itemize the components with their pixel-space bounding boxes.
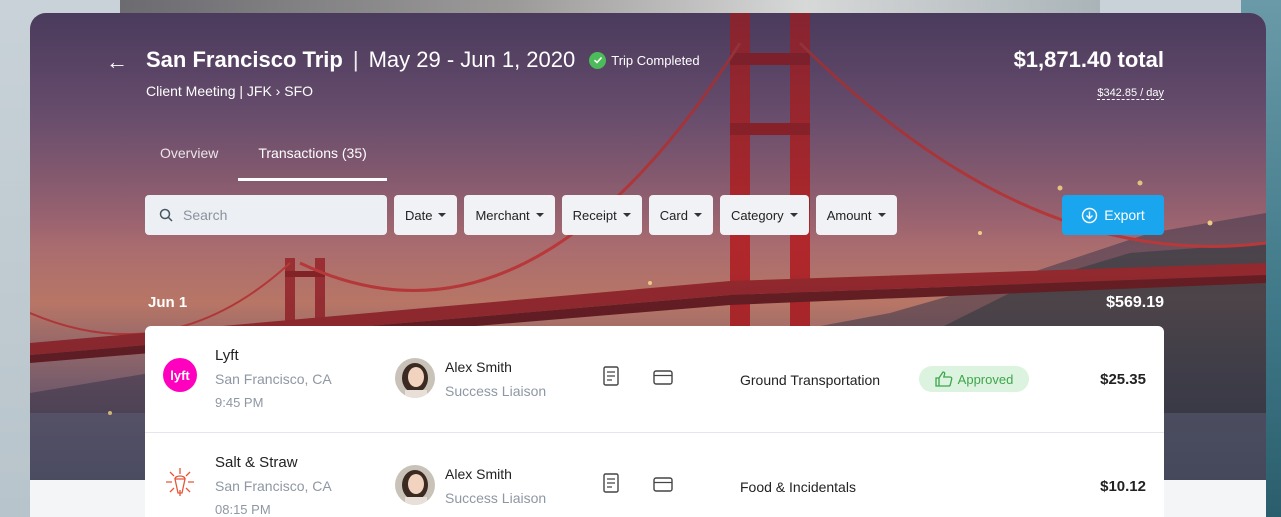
download-circle-icon [1081,207,1098,224]
merchant-location: San Francisco, CA [215,478,332,494]
export-label: Export [1104,207,1145,223]
trip-per-day[interactable]: $342.85 / day [1097,87,1164,100]
salt-straw-logo-icon [163,465,197,499]
caret-down-icon [622,213,631,217]
filter-label: Receipt [572,207,617,223]
filter-label: Amount [826,207,872,223]
day-label: Jun 1 [148,294,188,311]
caret-down-icon [877,213,886,217]
trip-card: ← San Francisco Trip | May 29 - Jun 1, 2… [30,13,1266,517]
transaction-row[interactable]: Salt & Straw San Francisco, CA 08:15 PM … [145,432,1164,517]
day-total: $569.19 [1106,294,1164,311]
tab-bar: Overview Transactions (35) [146,145,387,181]
svg-text:lyft: lyft [170,368,190,383]
tab-transactions[interactable]: Transactions (35) [238,145,387,181]
title-separator: | [352,47,359,72]
filter-bar: Date Merchant Receipt Card Category Amou… [394,195,904,235]
transaction-category: Food & Incidentals [740,479,856,495]
credit-card-icon[interactable] [653,477,673,497]
transaction-row[interactable]: lyft Lyft San Francisco, CA 9:45 PM Alex… [145,326,1164,432]
caret-down-icon [789,213,798,217]
thumbs-up-icon [935,371,953,387]
export-button[interactable]: Export [1062,195,1164,235]
trip-title-row: San Francisco Trip | May 29 - Jun 1, 202… [146,47,700,73]
tab-overview[interactable]: Overview [146,145,238,181]
filter-label: Merchant [475,207,530,223]
filter-label: Category [730,207,784,223]
filter-date[interactable]: Date [394,195,458,235]
filter-merchant[interactable]: Merchant [464,195,555,235]
trip-name: San Francisco Trip [146,47,343,72]
filter-amount[interactable]: Amount [815,195,897,235]
avatar [395,358,435,398]
trip-dates: May 29 - Jun 1, 2020 [368,47,576,72]
transaction-time: 08:15 PM [215,502,271,517]
transaction-list: lyft Lyft San Francisco, CA 9:45 PM Alex… [145,326,1164,517]
transaction-amount: $25.35 [1100,371,1146,388]
back-arrow-icon[interactable]: ← [106,51,128,73]
avatar [395,465,435,505]
status-badge-label: Approved [957,371,1014,387]
transaction-time: 9:45 PM [215,395,264,410]
caret-down-icon [535,213,544,217]
merchant-name: Salt & Straw [215,454,298,471]
filter-label: Date [405,207,433,223]
trip-total: $1,871.40 total [1013,47,1164,72]
check-circle-icon [589,51,607,69]
trip-status: Trip Completed [589,51,700,69]
person-role: Success Liaison [445,383,547,399]
person-role: Success Liaison [445,490,547,506]
credit-card-icon[interactable] [653,370,673,390]
filter-category[interactable]: Category [719,195,809,235]
caret-down-icon [693,213,702,217]
transaction-amount: $10.12 [1100,478,1146,495]
transaction-category: Ground Transportation [740,372,881,388]
trip-status-label: Trip Completed [611,52,700,68]
person-name: Alex Smith [445,466,512,482]
filter-label: Card [659,207,688,223]
filter-card[interactable]: Card [648,195,713,235]
search-box[interactable] [145,195,387,235]
search-input[interactable] [183,207,373,223]
lyft-logo-icon: lyft [163,358,197,392]
merchant-name: Lyft [215,347,239,364]
caret-down-icon [438,213,447,217]
receipt-icon[interactable] [603,366,619,391]
search-icon [159,208,173,222]
trip-subtitle: Client Meeting | JFK › SFO [146,83,314,99]
person-name: Alex Smith [445,359,512,375]
status-badge: Approved [919,366,1029,392]
filter-receipt[interactable]: Receipt [561,195,642,235]
receipt-icon[interactable] [603,473,619,498]
merchant-location: San Francisco, CA [215,371,332,387]
